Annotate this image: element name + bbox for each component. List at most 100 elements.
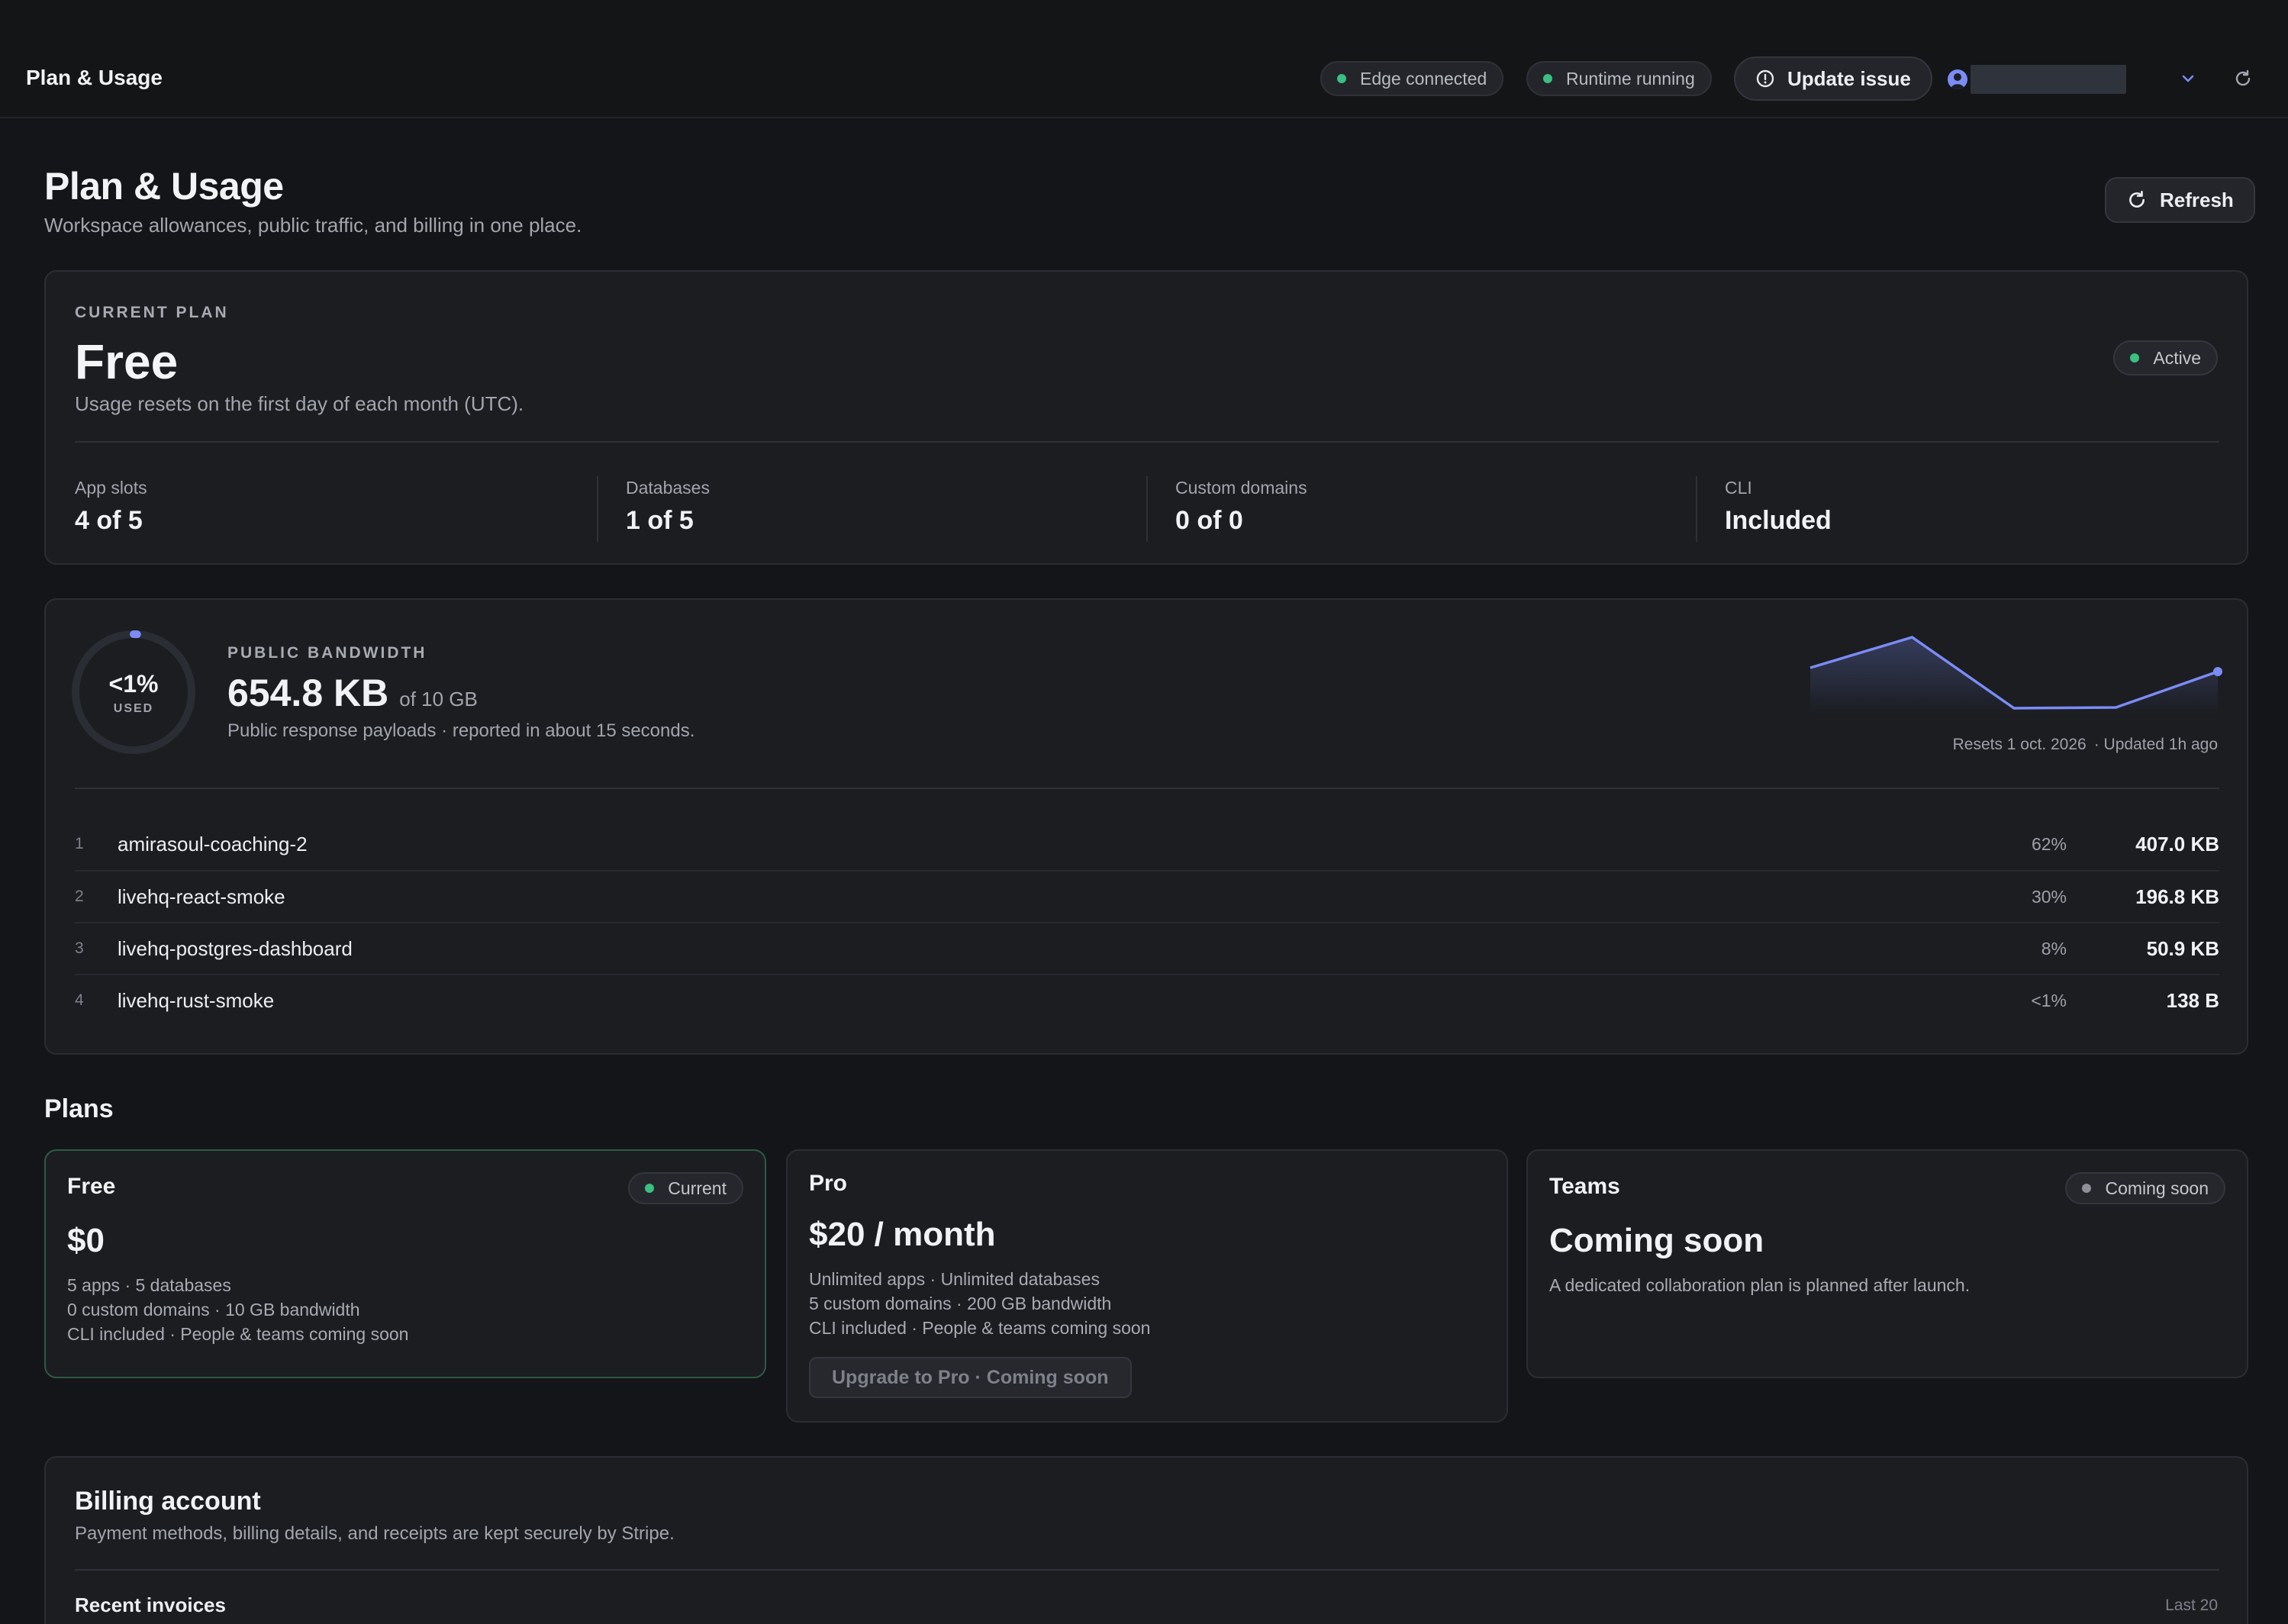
billing-subtitle: Payment methods, billing details, and re…: [75, 1523, 675, 1544]
stat-label: Custom domains: [1175, 478, 1307, 498]
stat-cli: CLI Included: [1725, 476, 1832, 536]
badge-label: Coming soon: [2105, 1178, 2209, 1198]
row-rank: 4: [75, 991, 84, 1009]
status-dot-icon: [1543, 74, 1552, 83]
row-percent: 30%: [2031, 886, 2067, 907]
row-rank: 3: [75, 939, 84, 957]
bandwidth-used: 654.8 KB: [227, 672, 389, 714]
row-size: 407.0 KB: [2135, 832, 2219, 856]
stat-databases: Databases 1 of 5: [626, 476, 710, 536]
bandwidth-eyebrow: PUBLIC BANDWIDTH: [227, 644, 427, 662]
plan-features: 5 apps · 5 databases 0 custom domains · …: [67, 1273, 408, 1346]
table-row[interactable]: 3 livehq-postgres-dashboard 8% 50.9 KB: [75, 922, 2219, 974]
refresh-label: Refresh: [2160, 188, 2234, 211]
active-status-badge: Active: [2113, 340, 2218, 375]
stat-value: 4 of 5: [75, 506, 143, 535]
user-menu[interactable]: [1948, 64, 2126, 95]
coming-soon-badge: Coming soon: [2065, 1172, 2225, 1204]
plan-features: Unlimited apps · Unlimited databases 5 c…: [809, 1267, 1150, 1340]
page-subtitle: Workspace allowances, public traffic, an…: [44, 214, 582, 237]
row-size: 196.8 KB: [2135, 884, 2219, 908]
active-status-label: Active: [2153, 347, 2201, 368]
stat-value: Included: [1725, 506, 1832, 535]
stat-app-slots: App slots 4 of 5: [75, 476, 147, 536]
ring-label: USED: [113, 702, 154, 715]
current-plan-eyebrow: CURRENT PLAN: [75, 304, 229, 321]
page-title: Plan & Usage: [44, 165, 284, 208]
top-bar: Plan & Usage Edge connected Runtime runn…: [0, 0, 2288, 118]
edge-status-label: Edge connected: [1360, 68, 1487, 89]
recent-invoices-title: Recent invoices: [75, 1593, 226, 1616]
status-dot-icon: [2082, 1184, 2092, 1193]
row-app-name: livehq-react-smoke: [118, 884, 285, 908]
plan-feature: 5 apps · 5 databases: [67, 1275, 231, 1295]
runtime-status-label: Runtime running: [1566, 68, 1695, 89]
stat-label: Databases: [626, 478, 710, 498]
row-rank: 1: [75, 835, 84, 852]
user-name-redacted: [1971, 65, 2126, 94]
plan-feature: CLI included · People & teams coming soo…: [809, 1318, 1151, 1338]
plan-feature: A dedicated collaboration plan is planne…: [1549, 1275, 1971, 1295]
plan-card-pro[interactable]: Pro $20 / month Unlimited apps · Unlimit…: [786, 1149, 1508, 1423]
recent-invoices-meta: Last 20: [2165, 1597, 2218, 1614]
row-rank: 2: [75, 888, 84, 905]
row-app-name: livehq-postgres-dashboard: [118, 936, 353, 960]
plan-card-free[interactable]: Free Current $0 5 apps · 5 databases 0 c…: [44, 1149, 766, 1378]
plan-feature: 0 custom domains · 10 GB bandwidth: [67, 1300, 360, 1320]
info-circle-icon: [1755, 69, 1775, 89]
plan-card-teams[interactable]: Teams Coming soon Coming soon A dedicate…: [1526, 1149, 2248, 1378]
badge-label: Current: [668, 1178, 727, 1198]
runtime-status-pill: Runtime running: [1526, 61, 1712, 96]
bandwidth-sparkline: [1809, 636, 2222, 714]
row-percent: 62%: [2031, 833, 2067, 854]
divider: [1696, 476, 1697, 542]
stat-value: 1 of 5: [626, 506, 694, 535]
plan-name: Free: [67, 1174, 116, 1199]
chevron-down-icon[interactable]: [2175, 66, 2201, 92]
plan-feature: Unlimited apps · Unlimited databases: [809, 1269, 1100, 1289]
stat-label: CLI: [1725, 478, 1752, 498]
stat-value: 0 of 0: [1175, 506, 1243, 535]
plan-features: A dedicated collaboration plan is planne…: [1549, 1273, 1970, 1297]
plan-price: Coming soon: [1549, 1222, 1764, 1259]
table-row[interactable]: 2 livehq-react-smoke 30% 196.8 KB: [75, 870, 2219, 922]
bandwidth-card: <1% USED PUBLIC BANDWIDTH 654.8 KB of 10…: [44, 598, 2248, 1055]
plans-heading: Plans: [44, 1094, 114, 1123]
edge-status-pill: Edge connected: [1320, 61, 1504, 96]
table-row[interactable]: 4 livehq-rust-smoke <1% 138 B: [75, 974, 2219, 1026]
bandwidth-amount: 654.8 KB of 10 GB: [227, 670, 478, 716]
refresh-icon: [2126, 189, 2148, 211]
plan-price: $0: [67, 1222, 105, 1259]
row-app-name: amirasoul-coaching-2: [118, 832, 308, 856]
row-size: 50.9 KB: [2146, 936, 2219, 960]
plan-price: $20 / month: [809, 1216, 996, 1253]
user-avatar-icon: [1948, 69, 1967, 89]
refresh-button[interactable]: Refresh: [2105, 177, 2255, 223]
current-plan-card: CURRENT PLAN Free Usage resets on the fi…: [44, 270, 2248, 565]
row-percent: <1%: [2031, 990, 2067, 1010]
divider: [75, 788, 2219, 789]
billing-card: Billing account Payment methods, billing…: [44, 1456, 2248, 1624]
sparkline-last-point: [2213, 667, 2222, 676]
current-plan-note: Usage resets on the first day of each mo…: [75, 392, 524, 415]
stat-custom-domains: Custom domains 0 of 0: [1175, 476, 1307, 536]
status-dot-icon: [1337, 74, 1346, 83]
table-row[interactable]: 1 amirasoul-coaching-2 62% 407.0 KB: [75, 818, 2219, 870]
bandwidth-resets: Resets 1 oct. 2026: [1952, 736, 2087, 753]
bandwidth-total: of 10 GB: [399, 688, 478, 710]
row-app-name: livehq-rust-smoke: [118, 988, 275, 1012]
update-issue-label: Update issue: [1787, 66, 1911, 90]
bandwidth-updated: · Updated 1h ago: [2093, 736, 2218, 753]
current-plan-badge: Current: [628, 1172, 743, 1204]
upgrade-to-pro-button[interactable]: Upgrade to Pro · Coming soon: [809, 1357, 1132, 1398]
app-title: Plan & Usage: [26, 66, 163, 89]
reload-icon[interactable]: [2230, 66, 2256, 92]
plan-feature: CLI included · People & teams coming soo…: [67, 1324, 409, 1344]
plan-name: Teams: [1549, 1174, 1620, 1199]
stat-label: App slots: [75, 478, 147, 498]
ring-value: <1%: [108, 670, 159, 698]
update-issue-button[interactable]: Update issue: [1734, 56, 1932, 101]
bandwidth-note: Public response payloads · reported in a…: [227, 720, 695, 741]
current-plan-name: Free: [75, 334, 179, 389]
divider: [1146, 476, 1148, 542]
